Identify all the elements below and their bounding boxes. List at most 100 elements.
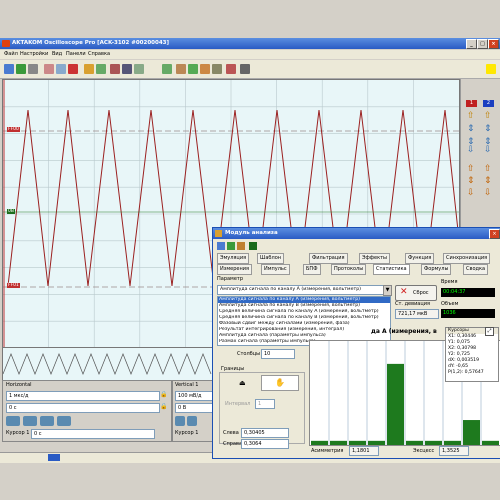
timebase-field[interactable]: 1 мкс/д <box>6 391 160 401</box>
marker-channel-b[interactable]: 0B <box>7 209 15 214</box>
interval-field[interactable]: 1 <box>255 399 275 409</box>
save-icon[interactable] <box>16 64 26 74</box>
menu-help[interactable]: Справка <box>88 51 110 57</box>
probe-icon[interactable] <box>110 64 120 74</box>
copy-icon[interactable] <box>56 64 66 74</box>
reset-x-icon: ✕ <box>400 287 408 297</box>
ch2-offset-up-icon[interactable]: ⇧ <box>484 165 492 174</box>
marker-ff01[interactable]: FF01 <box>7 283 20 288</box>
columns-field[interactable]: 10 <box>261 349 295 359</box>
dialog-play-icon[interactable] <box>249 242 257 250</box>
measure-icon[interactable] <box>176 64 186 74</box>
tab-protocols[interactable]: Протоколы <box>331 264 367 275</box>
vertical-zoom-out-icon[interactable] <box>187 416 197 426</box>
tab-effects[interactable]: Эффекты <box>359 253 390 264</box>
open-icon[interactable] <box>4 64 14 74</box>
ch1-offset-mid-icon[interactable]: ⇕ <box>467 177 475 186</box>
histogram-bar <box>406 440 423 445</box>
ch1-up-arrow-icon[interactable]: ⇧ <box>467 112 475 121</box>
minimize-button[interactable]: _ <box>466 39 477 49</box>
ch2-up-arrow-icon[interactable]: ⇧ <box>484 112 492 121</box>
pin-icon[interactable]: ⏏ <box>239 379 246 387</box>
horizontal-offset-field[interactable]: 0 с <box>6 403 160 413</box>
tab-function[interactable]: Функция <box>405 253 435 264</box>
tab-fft[interactable]: БПФ <box>303 264 321 275</box>
dialog-open-icon[interactable] <box>217 242 225 250</box>
status-progress <box>48 454 60 461</box>
single-icon[interactable] <box>96 64 106 74</box>
dropdown-arrow-icon[interactable]: ▼ <box>383 285 392 296</box>
tab-template[interactable]: Шаблон <box>257 253 285 264</box>
signal-icon[interactable] <box>162 64 172 74</box>
right-bound-field[interactable]: 0,3064 <box>241 439 289 449</box>
asymmetry-label: Асимметрия <box>311 448 344 454</box>
tab-pulse[interactable]: Импульс <box>261 264 290 275</box>
marker-ff00[interactable]: FF00 <box>7 127 20 132</box>
lock-icon[interactable]: 🔒 <box>160 391 167 398</box>
dialog-icon <box>215 230 222 237</box>
cut-icon[interactable] <box>44 64 54 74</box>
tab-measurements[interactable]: Измерения <box>217 264 253 275</box>
ch1-updown-icon[interactable]: ⇕ <box>467 125 475 134</box>
stop-icon[interactable] <box>68 64 78 74</box>
dialog-save-icon[interactable] <box>227 242 235 250</box>
channel-2-badge[interactable]: 2 <box>483 100 494 107</box>
horizontal-cursor-field[interactable]: 0 с <box>31 429 155 439</box>
left-bound-field[interactable]: 0,30405 <box>241 428 289 438</box>
ch1-down-arrow-icon[interactable]: ⇩ <box>467 146 475 155</box>
tab-summary[interactable]: Сводка <box>463 264 489 275</box>
cursors-toggle-icon[interactable]: ⤢ <box>485 327 494 336</box>
volume-value: 1036 <box>441 309 495 318</box>
menu-settings[interactable]: Настройки <box>20 51 48 57</box>
menu-file[interactable]: Файл <box>4 51 18 57</box>
std-value: 721,17 мкВ <box>395 309 439 319</box>
cursor-icon[interactable] <box>188 64 198 74</box>
vertical-title: Vertical 1 <box>175 382 199 388</box>
overview-wave[interactable] <box>2 347 214 381</box>
lock-icon-2[interactable]: 🔒 <box>160 403 167 410</box>
filter-icon[interactable] <box>226 64 236 74</box>
run-icon[interactable] <box>84 64 94 74</box>
parameter-dropdown-list[interactable]: Амплитуда сигнала по каналу A (измерения… <box>217 296 391 346</box>
channel-1-badge[interactable]: 1 <box>466 100 477 107</box>
math-icon[interactable] <box>200 64 210 74</box>
histogram-bar <box>463 420 480 445</box>
menu-view[interactable]: Вид <box>52 51 62 57</box>
tab-statistics[interactable]: Статистика <box>373 264 410 275</box>
grid-icon[interactable] <box>240 64 250 74</box>
maximize-button[interactable]: □ <box>477 39 488 49</box>
tab-filtering[interactable]: Фильтрация <box>309 253 348 264</box>
vertical-offset-field[interactable]: 0 В <box>175 403 213 413</box>
time-value: 00:04:37 <box>441 288 495 297</box>
zoom-reset-icon[interactable] <box>57 416 71 426</box>
hand-icon[interactable]: ✋ <box>261 375 299 391</box>
zoom-out-icon[interactable] <box>23 416 37 426</box>
vertical-panel: Vertical 1 100 мВ/д 0 В Курсор 1 <box>172 380 214 442</box>
close-button[interactable]: × <box>488 39 499 49</box>
interval-label: Интервал <box>225 401 251 407</box>
vertical-zoom-in-icon[interactable] <box>175 416 185 426</box>
ch2-updown-icon[interactable]: ⇕ <box>484 125 492 134</box>
ch2-down-arrow-icon[interactable]: ⇩ <box>484 146 492 155</box>
overview-wave-svg <box>2 353 212 375</box>
parameter-select[interactable]: Амплитуда сигнала по каналу А (измерения… <box>217 285 385 295</box>
ch2-offset-down-icon[interactable]: ⇩ <box>484 189 492 198</box>
zoom-in-icon[interactable] <box>6 416 20 426</box>
dialog-copy-icon[interactable] <box>237 242 245 250</box>
asymmetry-value: 1,1801 <box>349 446 379 456</box>
reset-button[interactable]: ✕ Сброс <box>395 285 437 301</box>
tab-formulas[interactable]: Формулы <box>421 264 452 275</box>
print-icon[interactable] <box>28 64 38 74</box>
dialog-close-button[interactable]: × <box>489 229 500 239</box>
ch1-offset-up-icon[interactable]: ⇧ <box>467 165 475 174</box>
vertical-scale-field[interactable]: 100 мВ/д <box>175 391 213 401</box>
fft-icon[interactable] <box>212 64 222 74</box>
generator-icon[interactable] <box>134 64 144 74</box>
menu-panels[interactable]: Панели <box>66 51 86 57</box>
ch2-offset-mid-icon[interactable]: ⇕ <box>484 177 492 186</box>
tab-emulation[interactable]: Эмуляция <box>217 253 250 264</box>
lamp-icon[interactable] <box>122 64 132 74</box>
tab-sync[interactable]: Синхронизация <box>443 253 491 264</box>
zoom-fit-icon[interactable] <box>40 416 54 426</box>
ch1-offset-down-icon[interactable]: ⇩ <box>467 189 475 198</box>
